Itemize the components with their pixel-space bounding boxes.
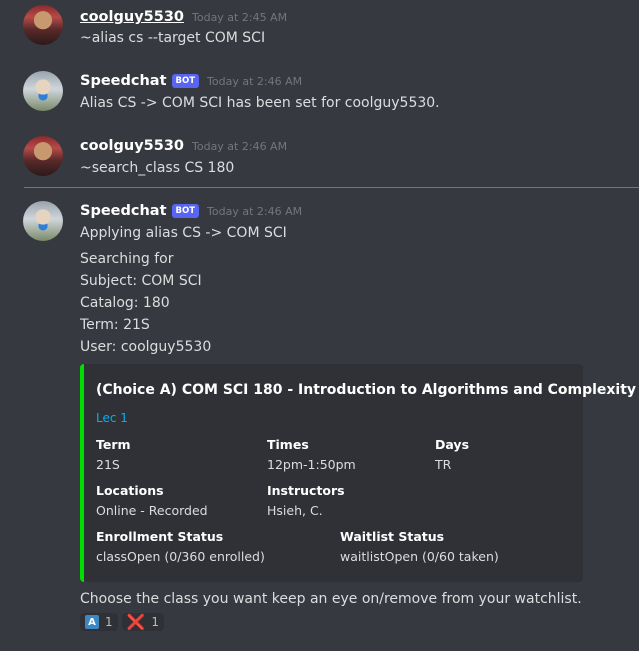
reaction-count: 1 <box>105 615 113 629</box>
message-text: Applying alias CS -> COM SCI <box>80 225 287 241</box>
field-value-waitlist: waitlistOpen (0/60 taken) <box>340 549 499 564</box>
field-value-enrollment: classOpen (0/360 enrolled) <box>96 549 265 564</box>
field-value-term: 21S <box>96 457 120 472</box>
reaction-a[interactable]: A 1 <box>80 613 118 631</box>
message-header: coolguy5530 Today at 2:46 AM <box>80 138 287 154</box>
message-text: Alias CS -> COM SCI has been set for coo… <box>80 95 440 111</box>
message-header: Speedchat BOT Today at 2:46 AM <box>80 73 302 90</box>
bot-badge: BOT <box>171 204 200 218</box>
reactions: A 1 ❌ 1 <box>80 613 164 631</box>
field-name-instructors: Instructors <box>267 483 345 498</box>
message-text: ~alias cs --target COM SCI <box>80 30 266 46</box>
field-name-locations: Locations <box>96 483 164 498</box>
message-text: Subject: COM SCI <box>80 273 202 289</box>
embed-link[interactable]: Lec 1 <box>96 411 128 425</box>
bot-badge: BOT <box>171 74 200 88</box>
field-name-times: Times <box>267 437 309 452</box>
message-text: Searching for <box>80 251 174 267</box>
username[interactable]: Speedchat <box>80 73 167 89</box>
timestamp: Today at 2:46 AM <box>192 140 288 153</box>
field-name-term: Term <box>96 437 131 452</box>
regional-a-icon: A <box>85 615 99 629</box>
class-embed: (Choice A) COM SCI 180 - Introduction to… <box>80 364 636 582</box>
timestamp: Today at 2:45 AM <box>192 11 288 24</box>
field-name-days: Days <box>435 437 470 452</box>
username[interactable]: coolguy5530 <box>80 9 184 25</box>
bot-avatar[interactable] <box>23 201 63 241</box>
embed-title: (Choice A) COM SCI 180 - Introduction to… <box>96 382 637 398</box>
reaction-count: 1 <box>151 615 159 629</box>
field-value-locations: Online - Recorded <box>96 503 208 518</box>
footer-text: Choose the class you want keep an eye on… <box>80 591 582 607</box>
user-avatar[interactable] <box>23 5 63 45</box>
new-messages-divider <box>24 187 639 188</box>
message-header: coolguy5530 Today at 2:45 AM <box>80 9 287 25</box>
timestamp: Today at 2:46 AM <box>207 205 303 218</box>
cross-mark-icon: ❌ <box>126 613 146 631</box>
field-name-waitlist: Waitlist Status <box>340 529 445 544</box>
message-text: ~search_class CS 180 <box>80 160 235 176</box>
username[interactable]: Speedchat <box>80 203 167 219</box>
bot-avatar[interactable] <box>23 71 63 111</box>
field-value-days: TR <box>435 457 452 472</box>
message-text: Catalog: 180 <box>80 295 170 311</box>
reaction-cross[interactable]: ❌ 1 <box>121 613 164 631</box>
message-header: Speedchat BOT Today at 2:46 AM <box>80 203 302 220</box>
username[interactable]: coolguy5530 <box>80 138 184 154</box>
field-value-instructors: Hsieh, C. <box>267 503 323 518</box>
message-text: Term: 21S <box>80 317 150 333</box>
timestamp: Today at 2:46 AM <box>207 75 303 88</box>
field-value-times: 12pm-1:50pm <box>267 457 356 472</box>
field-name-enrollment: Enrollment Status <box>96 529 224 544</box>
message-text: User: coolguy5530 <box>80 339 212 355</box>
user-avatar[interactable] <box>23 136 63 176</box>
